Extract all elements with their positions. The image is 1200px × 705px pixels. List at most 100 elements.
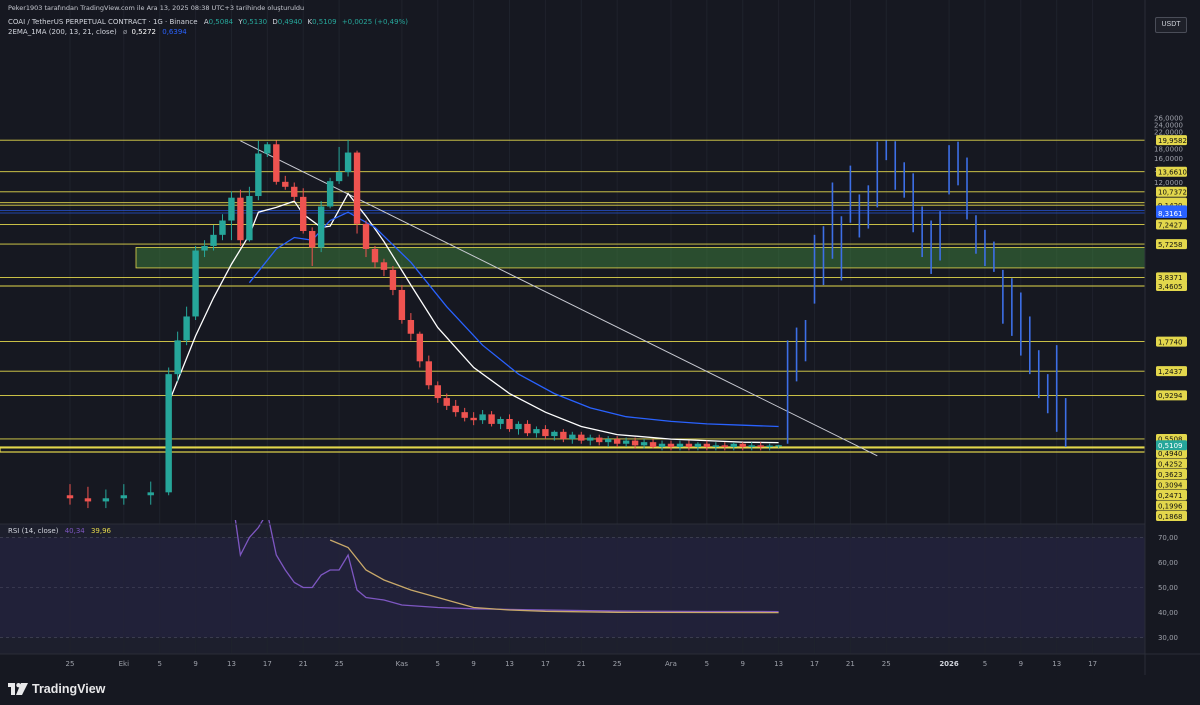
level-badge: 5,7258 <box>1156 239 1187 250</box>
time-tick-label: 2026 <box>939 660 959 668</box>
candle-body <box>703 443 711 447</box>
time-tick-label: 25 <box>335 660 344 668</box>
time-tick-label: 25 <box>613 660 622 668</box>
candle-body <box>748 445 755 447</box>
level-badge: 7,2427 <box>1156 219 1187 230</box>
candle-body <box>667 443 675 447</box>
candle-body <box>721 445 729 447</box>
price-tick-label: 12,0000 <box>1154 179 1183 187</box>
level-badge-label: 0,3094 <box>1158 481 1183 489</box>
candle-body <box>120 495 128 499</box>
candle-body <box>766 445 773 447</box>
ohlc-close: K0,5109 <box>307 18 337 26</box>
candle-body <box>102 498 110 502</box>
candle-body <box>685 443 693 447</box>
ema-legend[interactable]: 2EMA_1MA (200, 13, 21, close) ø 0,5272 0… <box>8 28 187 36</box>
ohlc-high: Y0,5130 <box>238 18 268 26</box>
candle-body <box>613 439 621 444</box>
candle-body <box>506 418 513 430</box>
level-badge-label: 10,7372 <box>1158 189 1187 197</box>
level-badge: 19,9582 <box>1156 135 1187 146</box>
candle-body <box>596 437 603 443</box>
level-badge-label: 19,9582 <box>1158 137 1187 145</box>
level-badge-label: 0,4252 <box>1158 460 1183 468</box>
price-tick-label: 16,0000 <box>1154 155 1183 163</box>
rsi-value-1: 40,34 <box>64 527 85 535</box>
time-tick-label: 9 <box>471 660 475 668</box>
rsi-value-2: 39,96 <box>90 527 112 535</box>
candle-body <box>739 443 746 447</box>
candle-body <box>479 414 486 421</box>
candle-body <box>344 152 352 173</box>
candle-body <box>291 186 298 197</box>
candle-body <box>165 374 172 493</box>
time-tick-label: 9 <box>1019 660 1023 668</box>
currency-button[interactable]: USDT <box>1155 17 1187 33</box>
candle-body <box>461 412 468 418</box>
candle-body <box>452 405 459 413</box>
candle-body <box>542 429 549 437</box>
candle-body <box>407 319 415 334</box>
price-badge-label: 0,5109 <box>1158 442 1183 450</box>
candle-body <box>443 398 450 406</box>
tradingview-logo[interactable]: TradingView <box>8 681 105 697</box>
candle-body <box>380 262 388 270</box>
candle-body <box>219 220 226 235</box>
candle-body <box>389 269 397 290</box>
candle-body <box>273 144 280 182</box>
rsi-tick-label: 70,00 <box>1158 534 1178 542</box>
level-badge: 0,2471 <box>1156 490 1187 500</box>
rsi-tick-label: 30,00 <box>1158 634 1178 642</box>
tradingview-logo-icon <box>8 683 28 695</box>
candle-body <box>578 434 585 441</box>
candle-body <box>649 442 657 447</box>
candle-body <box>569 434 576 440</box>
time-tick-label: 17 <box>1088 660 1097 668</box>
time-tick-label: 21 <box>846 660 855 668</box>
level-badge-label: 0,4940 <box>1158 450 1183 458</box>
time-tick-label: 21 <box>299 660 308 668</box>
level-badge: 0,1996 <box>1156 500 1187 511</box>
level-badge-label: 0,2471 <box>1158 492 1183 500</box>
time-tick-label: 25 <box>66 660 75 668</box>
level-badge-label: 1,2437 <box>1158 368 1183 376</box>
candle-body <box>515 423 522 430</box>
candle-body <box>488 414 495 424</box>
level-badge: 0,9294 <box>1156 390 1187 401</box>
level-badge-label: 1,7740 <box>1158 338 1183 346</box>
logo-text: TradingView <box>32 682 106 696</box>
level-badge-label: 0,3623 <box>1158 471 1183 479</box>
candle-body <box>551 431 558 437</box>
candle-body <box>66 495 74 499</box>
rsi-tick-label: 50,00 <box>1158 584 1178 592</box>
candle-body <box>255 153 262 197</box>
rsi-label: RSI (14, close) <box>8 527 59 535</box>
candle-body <box>201 245 208 251</box>
level-badge: 3,4605 <box>1156 280 1187 291</box>
level-badge-label: 13,6610 <box>1158 169 1187 177</box>
publisher-line: Peker1903 tarafından TradingView.com ile… <box>8 4 305 12</box>
chart-canvas[interactable]: 26,000024,000022,000018,000016,000014,00… <box>0 0 1200 705</box>
level-badge: 1,2437 <box>1156 366 1187 377</box>
candle-body <box>640 442 648 446</box>
candle-body <box>353 152 361 224</box>
candle-body <box>317 206 325 248</box>
candle-body <box>533 429 540 434</box>
candle-body <box>326 181 334 207</box>
candle-body <box>497 418 504 424</box>
rsi-legend[interactable]: RSI (14, close) 40,34 39,96 <box>8 527 111 535</box>
ema-label: 2EMA_1MA (200, 13, 21, close) <box>8 28 117 36</box>
ohlc-open: A0,5084 <box>203 18 234 26</box>
level-badge-label: 0,1868 <box>1158 513 1183 521</box>
time-tick-label: 13 <box>227 660 236 668</box>
time-tick-label: 9 <box>741 660 745 668</box>
time-tick-label: 21 <box>577 660 586 668</box>
time-tick-label: 17 <box>263 660 272 668</box>
candle-body <box>416 333 424 362</box>
candle-body <box>658 443 666 447</box>
time-tick-label: 5 <box>157 660 161 668</box>
candle-body <box>300 196 307 232</box>
candle-body <box>712 445 720 447</box>
symbol-title[interactable]: COAI / TetherUS PERPETUAL CONTRACT · 1G … <box>8 18 198 26</box>
time-tick-label: 17 <box>541 660 550 668</box>
